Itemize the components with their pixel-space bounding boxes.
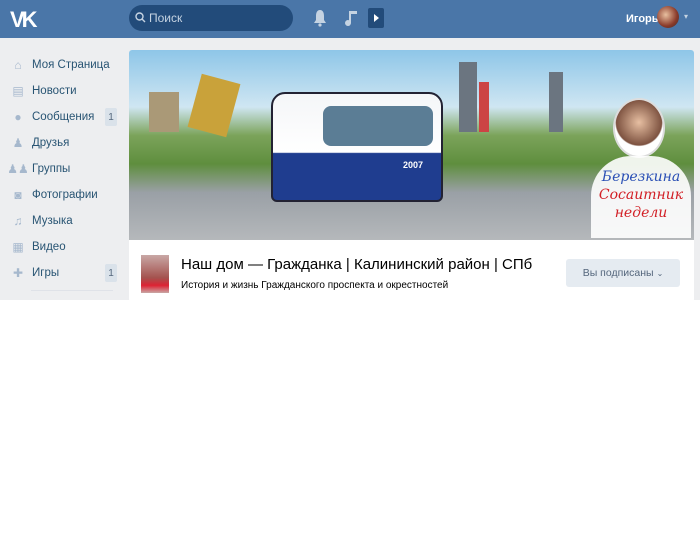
sidebar-item-label: Моя Страница <box>32 59 110 71</box>
sidebar-item-label: Музыка <box>32 215 73 227</box>
cover-text-line: Березкина <box>601 169 681 185</box>
message-icon: ● <box>14 110 22 124</box>
home-icon: ⌂ <box>14 58 22 72</box>
sidebar-item-4[interactable]: ♟♟ Группы <box>0 156 125 182</box>
sidebar-item-8[interactable]: ✚ Игры 1 <box>0 260 125 286</box>
sidebar-item-label: Друзья <box>32 137 70 149</box>
music-note-icon[interactable] <box>344 9 358 27</box>
play-icon <box>374 14 379 22</box>
search-icon <box>135 12 146 23</box>
sidebar: ⌂ Моя Страница ▤ Новости ● Сообщения 1 ♟ Друзья ♟… <box>0 52 125 291</box>
group-cover[interactable]: 2007 Березкина Сосаитник недели <box>129 50 694 240</box>
user-name[interactable]: Игорь <box>626 13 659 25</box>
sidebar-item-3[interactable]: ♟ Друзья <box>0 130 125 156</box>
chevron-down-icon[interactable]: ▾ <box>684 12 688 21</box>
sidebar-item-0[interactable]: ⌂ Моя Страница <box>0 52 125 78</box>
gamepad-icon: ✚ <box>12 266 24 280</box>
cover-text-line: недели <box>614 205 668 221</box>
news-icon: ▤ <box>12 84 24 98</box>
subscribed-button[interactable]: Вы подписаны ⌄ <box>566 259 680 287</box>
sidebar-item-label: Группы <box>32 163 71 175</box>
groups-icon: ♟♟ <box>7 162 29 176</box>
camera-icon: ◙ <box>14 188 22 202</box>
sidebar-item-7[interactable]: ▦ Видео <box>0 234 125 260</box>
trolleybus: 2007 <box>271 92 443 202</box>
bell-icon[interactable] <box>313 9 327 27</box>
friend-icon: ♟ <box>12 136 24 150</box>
search-input[interactable]: Поиск <box>129 5 293 31</box>
search-placeholder: Поиск <box>149 11 183 25</box>
featured-member-photo <box>613 98 665 158</box>
counter-badge: 1 <box>105 108 117 126</box>
music-icon: ♫ <box>13 214 23 228</box>
sidebar-item-label: Сообщения <box>32 111 95 123</box>
group-header-card: 2007 Березкина Сосаитник недели Наш дом … <box>129 50 694 302</box>
group-logo[interactable] <box>141 255 169 293</box>
video-icon: ▦ <box>12 240 24 254</box>
divider <box>31 290 113 291</box>
sidebar-item-label: Видео <box>32 241 66 253</box>
monument <box>187 73 241 138</box>
group-subtitle: История и жизнь Гражданского проспекта и… <box>181 280 449 291</box>
subscribed-label: Вы подписаны <box>582 267 654 279</box>
sidebar-item-2[interactable]: ● Сообщения 1 <box>0 104 125 130</box>
sidebar-item-1[interactable]: ▤ Новости <box>0 78 125 104</box>
chevron-down-icon: ⌄ <box>656 268 664 278</box>
cover-text-line: Сосаитник <box>598 187 684 203</box>
avatar[interactable] <box>657 6 679 28</box>
sidebar-item-6[interactable]: ♫ Музыка <box>0 208 125 234</box>
bus-number: 2007 <box>403 160 424 170</box>
group-title: Наш дом — Гражданка | Калининский район … <box>181 256 533 273</box>
vk-logo[interactable]: VK <box>10 7 38 33</box>
sidebar-item-label: Новости <box>32 85 77 97</box>
sidebar-item-label: Игры <box>32 267 60 279</box>
sidebar-item-5[interactable]: ◙ Фотографии <box>0 182 125 208</box>
counter-badge: 1 <box>105 264 117 282</box>
play-button[interactable] <box>368 8 384 28</box>
top-bar: VK Поиск Игорь ▾ <box>0 0 700 38</box>
cover-badge: Березкина Сосаитник недели <box>591 156 691 238</box>
sidebar-item-label: Фотографии <box>32 189 98 201</box>
